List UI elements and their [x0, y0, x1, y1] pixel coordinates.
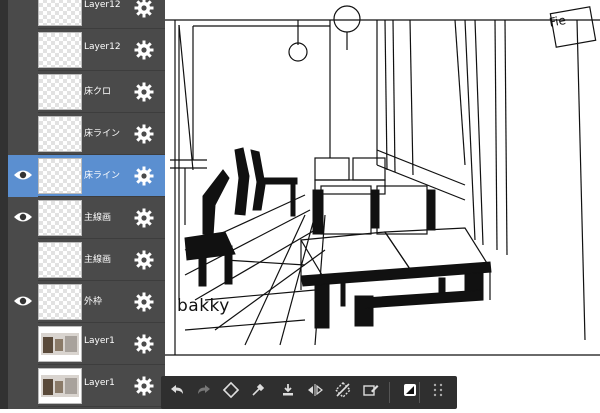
- layer-name: 外枠: [84, 297, 103, 307]
- sign-text: Fie: [548, 13, 567, 30]
- layer-row[interactable]: 主線画: [8, 197, 165, 239]
- layer-name: Layer12: [84, 42, 121, 52]
- gear-icon[interactable]: [134, 40, 154, 60]
- layer-name: 床ライン: [84, 171, 121, 181]
- layer-thumbnail: [38, 32, 82, 68]
- visibility-toggle[interactable]: [8, 239, 38, 281]
- layer-row[interactable]: Layer1: [8, 365, 165, 407]
- layer-name: 主線画: [84, 213, 112, 223]
- edit-selection-icon: [362, 382, 380, 402]
- bottom-toolbar: [161, 376, 457, 409]
- redo-button[interactable]: [193, 381, 215, 403]
- visibility-toggle[interactable]: [8, 0, 38, 29]
- visibility-toggle[interactable]: [8, 365, 38, 407]
- gear-icon[interactable]: [134, 166, 154, 186]
- gear-icon[interactable]: [134, 292, 154, 312]
- layer-name: 主線画: [84, 255, 112, 265]
- layer-thumbnail: [38, 200, 82, 236]
- layer-name: 床クロ: [84, 87, 112, 97]
- edit-selection-button[interactable]: [360, 381, 382, 403]
- layer-name: Layer1: [84, 336, 115, 346]
- layer-row[interactable]: Layer12: [8, 29, 165, 71]
- hide-selection-button[interactable]: [332, 381, 354, 403]
- gear-icon[interactable]: [134, 0, 154, 18]
- transform-button[interactable]: [220, 381, 242, 403]
- layer-thumbnail: [38, 116, 82, 152]
- flip-horizontal-icon: [306, 382, 324, 402]
- visibility-toggle[interactable]: [8, 113, 38, 155]
- transform-icon: [222, 381, 240, 403]
- artist-signature: bakky: [177, 296, 230, 316]
- layer-row[interactable]: Layer1: [8, 323, 165, 365]
- layer-row[interactable]: Layer12: [8, 0, 165, 29]
- layers-panel: Layer12 Layer12 床クロ 床ライン 床ライン 主線画 主線画 外枠 Layer1 L…: [8, 0, 165, 409]
- layer-thumbnail: [38, 158, 82, 194]
- layer-row[interactable]: 床クロ: [8, 71, 165, 113]
- line-art-drawing: Fie: [165, 5, 600, 356]
- layer-row[interactable]: 床ライン: [8, 155, 165, 197]
- row-divider: [38, 406, 165, 407]
- undo-icon: [169, 382, 185, 402]
- more-grid-button[interactable]: [427, 381, 449, 403]
- flip-horizontal-button[interactable]: [304, 381, 326, 403]
- layer-thumbnail: [38, 368, 82, 404]
- toolbar-divider: [389, 382, 390, 403]
- visibility-toggle[interactable]: [8, 281, 38, 323]
- layer-thumbnail: [38, 0, 82, 26]
- layer-thumbnail: [38, 326, 82, 362]
- eyedropper-icon: [250, 382, 266, 402]
- layer-thumbnail: [38, 284, 82, 320]
- layer-name: 床ライン: [84, 129, 121, 139]
- more-grid-icon: [432, 382, 444, 402]
- toolbar-divider: [419, 382, 420, 403]
- color-swatch-icon: [402, 382, 418, 402]
- layer-row[interactable]: 外枠: [8, 281, 165, 323]
- layer-name: Layer12: [84, 0, 121, 10]
- layer-name: Layer1: [84, 378, 115, 388]
- hide-selection-icon: [334, 381, 352, 403]
- eye-icon: [13, 293, 33, 312]
- eye-icon: [13, 167, 33, 186]
- layer-thumbnail: [38, 74, 82, 110]
- gear-icon[interactable]: [134, 376, 154, 396]
- left-edge-bar: [0, 0, 8, 409]
- gear-icon[interactable]: [134, 334, 154, 354]
- drawing-canvas[interactable]: Fie: [165, 0, 600, 409]
- gear-icon[interactable]: [134, 208, 154, 228]
- redo-icon: [196, 382, 212, 402]
- import-button[interactable]: [277, 381, 299, 403]
- gear-icon[interactable]: [134, 250, 154, 270]
- layer-row[interactable]: 床ライン: [8, 113, 165, 155]
- color-swatch-button[interactable]: [399, 381, 421, 403]
- visibility-toggle[interactable]: [8, 155, 38, 197]
- undo-button[interactable]: [166, 381, 188, 403]
- eyedropper-button[interactable]: [247, 381, 269, 403]
- visibility-toggle[interactable]: [8, 29, 38, 71]
- gear-icon[interactable]: [134, 124, 154, 144]
- import-icon: [280, 382, 296, 402]
- visibility-toggle[interactable]: [8, 197, 38, 239]
- layer-thumbnail: [38, 242, 82, 278]
- eye-icon: [13, 209, 33, 228]
- gear-icon[interactable]: [134, 82, 154, 102]
- visibility-toggle[interactable]: [8, 71, 38, 113]
- layer-row[interactable]: 主線画: [8, 239, 165, 281]
- visibility-toggle[interactable]: [8, 323, 38, 365]
